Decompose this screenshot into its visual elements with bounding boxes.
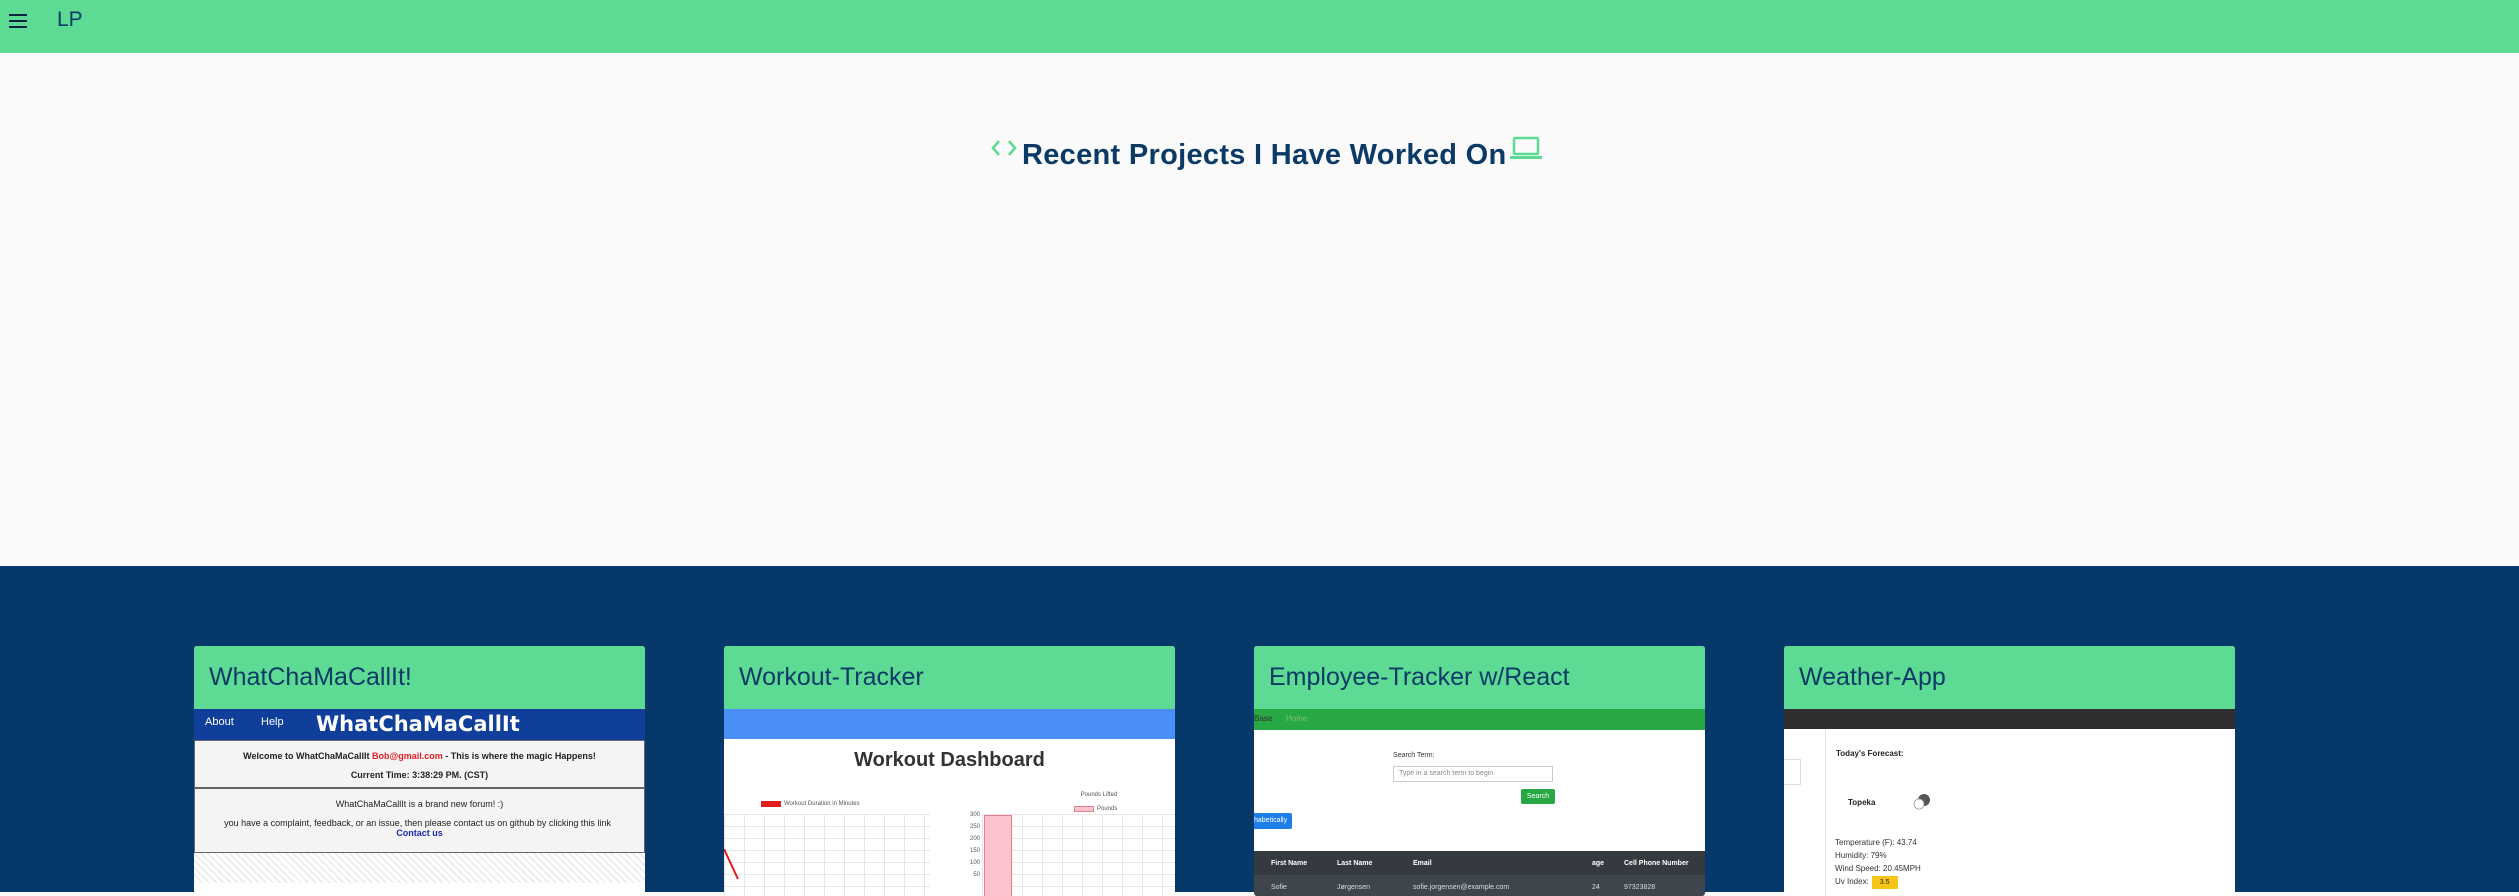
preview-line-series [724, 849, 739, 880]
preview-time: Current Time: 3:38:29 PM. (CST) [350, 770, 489, 780]
card-title: Weather-App [1799, 663, 1946, 691]
preview-nav-help: Help [261, 716, 284, 728]
page-title: Recent Projects I Have Worked On [1022, 139, 1507, 171]
preview-bar-series [984, 815, 1012, 896]
projects-section: WhatChaMaCallIt! About Help WhatChaMaCal… [0, 566, 2519, 896]
code-icon [991, 140, 1017, 156]
project-card-whatchamacallit[interactable]: WhatChaMaCallIt! About Help WhatChaMaCal… [194, 646, 645, 896]
hamburger-menu-icon[interactable] [9, 14, 27, 28]
card-header: Employee-Tracker w/React [1254, 646, 1705, 709]
preview-navbar [1784, 709, 2235, 729]
preview-sidebar-input [1784, 759, 1801, 785]
preview-welcome-box: Welcome to WhatChaMaCallIt Bob@gmail.com… [194, 740, 645, 788]
preview-email: Bob@gmail.com [372, 751, 443, 761]
preview-welcome-prefix: Welcome to WhatChaMaCallIt [243, 751, 372, 761]
preview-dashboard-title: Workout Dashboard [854, 749, 1045, 771]
preview-contact-text: you have a complaint, feedback, or an is… [224, 818, 611, 828]
preview-search-input: Type in a search term to begin [1393, 766, 1553, 782]
preview-navbar: About Help WhatChaMaCallIt [194, 709, 645, 740]
preview-navbar [724, 709, 1175, 739]
project-preview-image[interactable]: Workout Dashboard Workout Duration in Mi… [724, 709, 1175, 896]
preview-navbar: Base Home [1254, 709, 1705, 730]
preview-forecast-heading: Today's Forecast: [1836, 749, 1904, 758]
preview-city: Topeka [1848, 798, 1876, 807]
preview-search-label: Search Term: [1393, 752, 1435, 759]
card-header: WhatChaMaCallIt! [194, 646, 645, 709]
card-title: Employee-Tracker w/React [1269, 663, 1570, 691]
preview-welcome-suffix: - This is where the magic Happens! [442, 751, 596, 761]
project-preview-image[interactable]: Today's Forecast: Topeka Temperature (F)… [1784, 709, 2235, 896]
preview-line-chart [724, 814, 930, 896]
preview-y-ticks: 300 250 200 150 100 50 [969, 812, 980, 878]
hero-section: Recent Projects I Have Worked On [0, 53, 2519, 566]
preview-divider [1825, 729, 1826, 896]
preview-hatch [194, 853, 645, 883]
card-header: Weather-App [1784, 646, 2235, 709]
preview-legend-duration: Workout Duration in Minutes [761, 801, 860, 807]
section-heading: Recent Projects I Have Worked On [988, 136, 1543, 172]
preview-search-button: Search [1521, 789, 1555, 804]
preview-temperature: Temperature (F): 43.74 [1835, 838, 1917, 847]
preview-sort-button: habetically [1254, 813, 1292, 829]
card-title: WhatChaMaCallIt! [209, 663, 412, 691]
project-card-employee-tracker[interactable]: Employee-Tracker w/React Base Home Searc… [1254, 646, 1705, 896]
project-preview-image[interactable]: About Help WhatChaMaCallIt Welcome to Wh… [194, 709, 645, 896]
card-header: Workout-Tracker [724, 646, 1175, 709]
project-preview-image[interactable]: Base Home Search Term: Type in a search … [1254, 709, 1705, 896]
preview-nav-about: About [205, 716, 234, 728]
preview-contact-link: Contact us [396, 828, 443, 838]
preview-site-title: WhatChaMaCallIt [316, 712, 520, 736]
uv-badge: 3.5 [1871, 876, 1898, 889]
preview-legend-pounds: Pounds Lifted Pounds [1074, 792, 1117, 812]
preview-table-row: Sofie Jørgensen sofie.jorgensen@example.… [1254, 875, 1705, 896]
project-card-weather-app[interactable]: Weather-App Today's Forecast: Topeka Tem… [1784, 646, 2235, 896]
preview-weather-stats: Temperature (F): 43.74 Humidity: 79% Win… [1835, 836, 1921, 889]
preview-humidity: Humidity: 79% [1835, 851, 1887, 860]
card-title: Workout-Tracker [739, 663, 924, 691]
laptop-icon [1509, 136, 1542, 159]
project-card-workout-tracker[interactable]: Workout-Tracker Workout Dashboard Workou… [724, 646, 1175, 896]
preview-intro-box: WhatChaMaCallIt is a brand new forum! :)… [194, 788, 645, 853]
preview-wind: Wind Speed: 20.45MPH [1835, 864, 1921, 873]
top-app-bar: LP [0, 0, 2519, 53]
preview-table-header: First Name Last Name Email age Cell Phon… [1254, 851, 1705, 875]
weather-cloud-icon [1913, 794, 1930, 810]
preview-uv: Uv Index: 3.5 [1835, 875, 1921, 889]
brand-logo[interactable]: LP [57, 8, 83, 32]
preview-intro: WhatChaMaCallIt is a brand new forum! :) [335, 799, 504, 809]
